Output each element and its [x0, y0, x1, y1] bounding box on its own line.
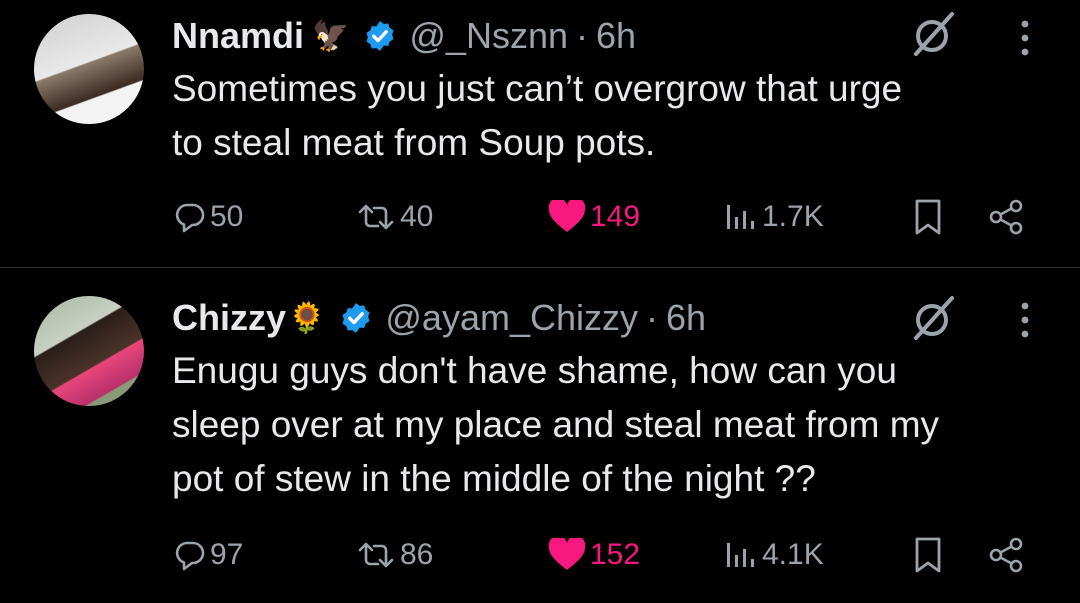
like-count: 149 — [590, 200, 641, 233]
views-button[interactable]: 4.1K — [724, 530, 824, 580]
like-count: 152 — [590, 538, 641, 571]
share-icon — [989, 199, 1023, 235]
like-icon — [548, 200, 586, 232]
timestamp[interactable]: 6h — [666, 297, 706, 339]
verified-badge-icon — [366, 21, 394, 51]
more-icon[interactable] — [1010, 16, 1040, 60]
views-icon — [727, 543, 754, 567]
reply-count: 50 — [210, 200, 244, 233]
tweet-header: Nnamdi 🦅 @_Nsznn · 6h — [172, 14, 636, 58]
separator: · — [575, 15, 588, 56]
tweet-text-line: pot of stew in the middle of the night ?… — [172, 458, 816, 499]
more-icon[interactable] — [1010, 298, 1040, 342]
tweet-text-line: Enugu guys don't have shame, how can you — [172, 350, 897, 391]
views-icon — [727, 205, 754, 229]
retweet-count: 86 — [400, 538, 434, 571]
author-name[interactable]: Chizzy — [172, 297, 286, 339]
separator: · — [646, 297, 658, 338]
reply-icon — [175, 541, 205, 571]
tweet-text: Enugu guys don't have shame, how can you… — [172, 344, 1052, 506]
share-button[interactable] — [986, 192, 1026, 242]
bookmark-icon — [915, 537, 941, 573]
retweet-button[interactable]: 86 — [356, 530, 433, 580]
retweet-icon — [358, 542, 394, 568]
reply-button[interactable]: 50 — [174, 192, 243, 242]
retweet-button[interactable]: 40 — [356, 192, 433, 242]
divider — [0, 267, 1080, 268]
grok-icon[interactable] — [908, 292, 960, 344]
author-handle[interactable]: @_Nsznn — [409, 15, 568, 57]
verified-badge-icon — [342, 303, 370, 333]
timestamp[interactable]: 6h — [596, 15, 636, 57]
view-count: 1.7K — [762, 200, 824, 233]
view-count: 4.1K — [762, 538, 824, 571]
tweet-text-line: sleep over at my place and steal meat fr… — [172, 404, 940, 445]
name-emoji: 🌻 — [288, 301, 326, 335]
reply-button[interactable]: 97 — [174, 530, 243, 580]
like-button[interactable]: 149 — [548, 192, 640, 242]
share-button[interactable] — [986, 530, 1026, 580]
avatar[interactable] — [34, 296, 144, 406]
tweet-header: Chizzy 🌻 @ayam_Chizzy · 6h — [172, 296, 706, 340]
bookmark-button[interactable] — [912, 530, 944, 580]
tweet[interactable]: Nnamdi 🦅 @_Nsznn · 6h Sometimes you just… — [0, 0, 1080, 268]
reply-count: 97 — [210, 538, 244, 571]
retweet-icon — [358, 204, 394, 230]
bookmark-button[interactable] — [912, 192, 944, 242]
tweet-actions: 97 86 152 4.1K — [0, 530, 1080, 580]
grok-icon[interactable] — [908, 8, 960, 60]
name-emoji: 🦅 — [312, 19, 350, 53]
tweet-text-line: Sometimes you just can’t overgrow that u… — [172, 68, 903, 109]
avatar[interactable] — [34, 14, 144, 124]
author-name[interactable]: Nnamdi — [172, 15, 304, 57]
tweet-text-line: to steal meat from Soup pots. — [172, 122, 656, 163]
bookmark-icon — [915, 199, 941, 235]
tweet-actions: 50 40 149 1.7K — [0, 192, 1080, 242]
like-button[interactable]: 152 — [548, 530, 640, 580]
share-icon — [989, 537, 1023, 573]
tweet-text: Sometimes you just can’t overgrow that u… — [172, 62, 1052, 170]
views-button[interactable]: 1.7K — [724, 192, 824, 242]
like-icon — [548, 538, 586, 570]
retweet-count: 40 — [400, 200, 434, 233]
reply-icon — [175, 203, 205, 233]
author-handle[interactable]: @ayam_Chizzy — [385, 297, 638, 339]
